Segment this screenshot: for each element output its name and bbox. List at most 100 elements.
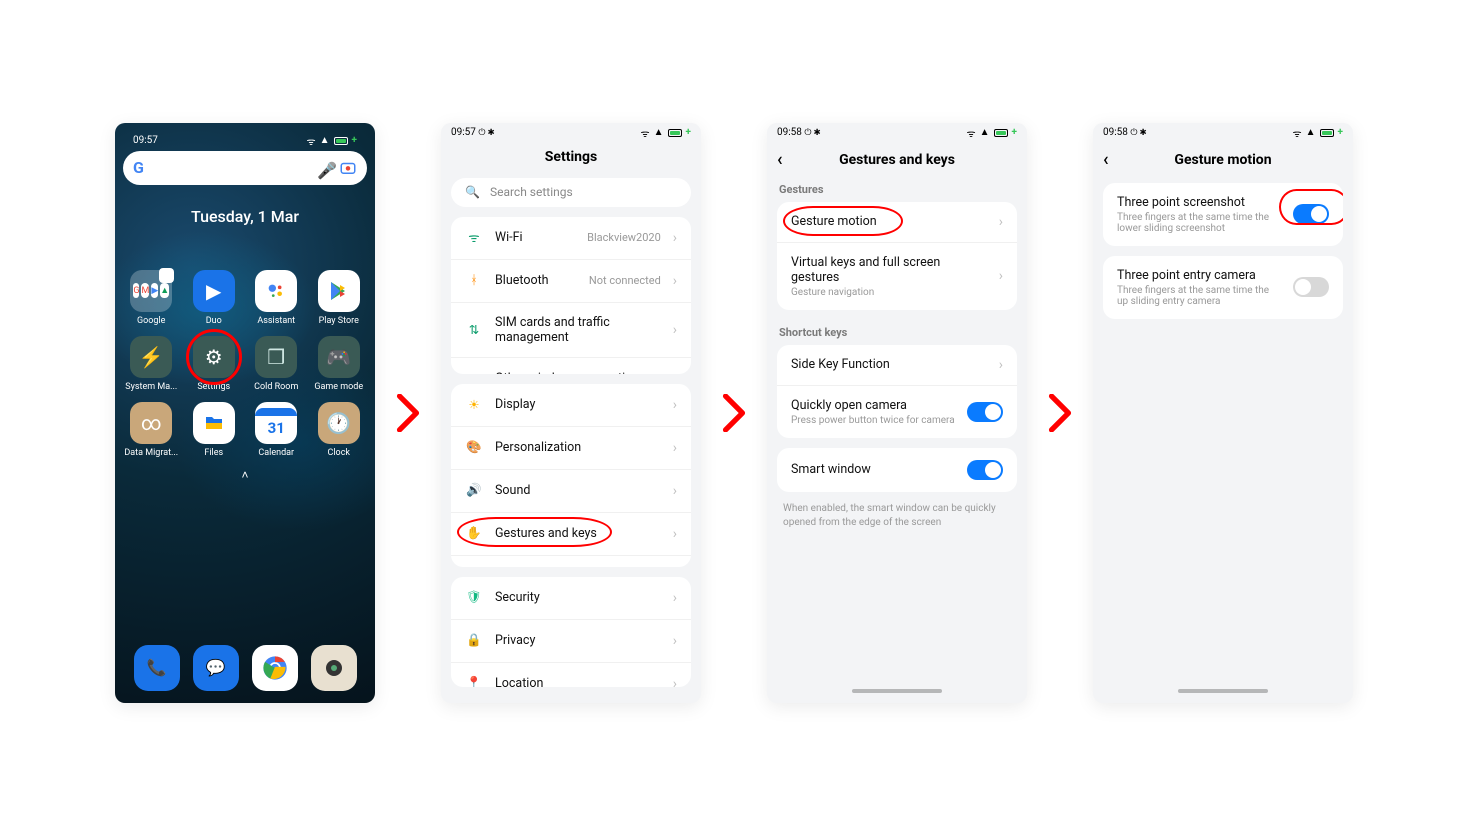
row-personalization[interactable]: 🎨 Personalization › bbox=[451, 427, 691, 470]
row-label: Virtual keys and full screen gestures bbox=[791, 255, 987, 285]
row-bluetooth[interactable]: ᚼ Bluetooth Not connected › bbox=[451, 260, 691, 303]
row-label: SIM cards and traffic management bbox=[495, 315, 661, 345]
app-play-store[interactable]: Play Store bbox=[311, 270, 368, 326]
row-three-point-screenshot[interactable]: Three point screenshot Three fingers at … bbox=[1103, 183, 1343, 246]
app-label: Cold Room bbox=[254, 382, 298, 392]
phone-gesture-motion: 09:58 ⏻ ✱ ᯤ▲+ ‹ Gesture motion Three poi… bbox=[1093, 123, 1353, 703]
row-subtitle: Press power button twice for camera bbox=[791, 415, 955, 426]
shield-icon: 🛡 bbox=[465, 589, 483, 607]
dock-camera[interactable] bbox=[311, 645, 357, 691]
toggle-three-point-screenshot[interactable] bbox=[1293, 204, 1329, 224]
row-gestures-keys[interactable]: ✋ Gestures and keys › bbox=[451, 513, 691, 556]
display-icon: ☀ bbox=[465, 396, 483, 414]
charging-icon: + bbox=[1012, 127, 1017, 138]
row-virtual-keys[interactable]: Virtual keys and full screen gestures Ge… bbox=[777, 243, 1017, 310]
status-bar: 09:58 ⏻ ✱ ᯤ▲+ bbox=[1093, 123, 1353, 143]
row-gesture-motion[interactable]: Gesture motion › bbox=[777, 202, 1017, 243]
row-label: Display bbox=[495, 397, 661, 412]
section-gestures: Gestures bbox=[779, 183, 1015, 196]
row-smart-window[interactable]: Smart window bbox=[777, 448, 1017, 492]
row-apps-notifications[interactable]: ▦ Apps and notifications › bbox=[451, 556, 691, 567]
toggle-quick-camera[interactable] bbox=[967, 402, 1003, 422]
row-location[interactable]: 📍 Location › bbox=[451, 663, 691, 687]
signal-icon: ▲ bbox=[320, 135, 330, 146]
wifi-icon: ᯤ bbox=[465, 229, 483, 247]
home-date: Tuesday, 1 Mar bbox=[123, 207, 367, 226]
notification-dot-icon bbox=[159, 268, 174, 283]
lens-icon[interactable] bbox=[339, 159, 357, 177]
app-data-migration[interactable]: ∞ Data Migrat... bbox=[123, 402, 180, 458]
app-settings[interactable]: ⚙ Settings bbox=[186, 336, 243, 392]
app-drawer-handle[interactable]: ˄ bbox=[123, 468, 367, 482]
row-wifi[interactable]: ᯤ Wi-Fi Blackview2020 › bbox=[451, 217, 691, 260]
toggle-smart-window[interactable] bbox=[967, 460, 1003, 480]
row-label: Security bbox=[495, 590, 661, 605]
bluetooth-icon: ᚼ bbox=[465, 272, 483, 290]
chevron-right-icon: › bbox=[673, 397, 677, 413]
app-label: Play Store bbox=[319, 316, 359, 326]
sound-icon: 🔊 bbox=[465, 482, 483, 500]
step-arrow-icon bbox=[393, 393, 423, 433]
app-label: Assistant bbox=[257, 316, 295, 326]
wifi-icon: ᯤ bbox=[967, 126, 976, 140]
page-title: Settings bbox=[545, 149, 597, 165]
row-quick-camera[interactable]: Quickly open camera Press power button t… bbox=[777, 386, 1017, 438]
dock-messages[interactable]: 💬 bbox=[193, 645, 239, 691]
mic-icon[interactable]: 🎤 bbox=[317, 161, 331, 175]
chevron-right-icon: › bbox=[999, 357, 1003, 373]
row-sim[interactable]: ⇅ SIM cards and traffic management › bbox=[451, 303, 691, 358]
chevron-right-icon: › bbox=[673, 633, 677, 649]
row-security[interactable]: 🛡 Security › bbox=[451, 577, 691, 620]
home-indicator[interactable] bbox=[852, 689, 942, 693]
gear-icon: ⚙ bbox=[205, 345, 223, 369]
chevron-right-icon: › bbox=[673, 230, 677, 246]
row-other-wireless[interactable]: ◌ Other wireless connection › bbox=[451, 358, 691, 374]
row-subtitle: Three fingers at the same time the up sl… bbox=[1117, 285, 1281, 307]
row-label: Three point entry camera bbox=[1117, 268, 1281, 283]
app-files[interactable]: Files bbox=[186, 402, 243, 458]
app-label: System Ma... bbox=[125, 382, 177, 392]
back-button[interactable]: ‹ bbox=[1103, 149, 1109, 170]
app-assistant[interactable]: Assistant bbox=[248, 270, 305, 326]
battery-icon bbox=[668, 129, 682, 137]
dock: 📞 💬 bbox=[123, 639, 367, 695]
wireless-icon: ◌ bbox=[465, 370, 483, 374]
row-sound[interactable]: 🔊 Sound › bbox=[451, 470, 691, 513]
app-clock[interactable]: 🕐 Clock bbox=[311, 402, 368, 458]
row-label: Side Key Function bbox=[791, 357, 987, 372]
chevron-right-icon: › bbox=[673, 526, 677, 542]
row-label: Bluetooth bbox=[495, 273, 577, 288]
chevron-right-icon: › bbox=[999, 268, 1003, 284]
row-label: Sound bbox=[495, 483, 661, 498]
row-three-point-camera[interactable]: Three point entry camera Three fingers a… bbox=[1103, 256, 1343, 319]
app-system-manager[interactable]: ⚡ System Ma... bbox=[123, 336, 180, 392]
row-privacy[interactable]: 🔒 Privacy › bbox=[451, 620, 691, 663]
wifi-icon: ᯤ bbox=[307, 134, 316, 148]
search-icon: 🔍 bbox=[465, 185, 480, 199]
charging-icon: + bbox=[1338, 127, 1343, 138]
signal-icon: ▲ bbox=[980, 127, 990, 138]
battery-icon bbox=[1320, 129, 1334, 137]
back-button[interactable]: ‹ bbox=[777, 149, 783, 170]
app-google-folder[interactable]: GM ▶▲ Google bbox=[123, 270, 180, 326]
chevron-right-icon: › bbox=[673, 322, 677, 338]
row-display[interactable]: ☀ Display › bbox=[451, 384, 691, 427]
home-indicator[interactable] bbox=[1178, 689, 1268, 693]
app-duo[interactable]: ▶ Duo bbox=[186, 270, 243, 326]
settings-search[interactable]: 🔍 Search settings bbox=[451, 178, 691, 207]
app-label: Calendar bbox=[258, 448, 294, 458]
dock-chrome[interactable] bbox=[252, 645, 298, 691]
app-game-mode[interactable]: 🎮 Game mode bbox=[311, 336, 368, 392]
app-calendar[interactable]: 31 Calendar bbox=[248, 402, 305, 458]
google-search-bar[interactable]: G 🎤 bbox=[123, 151, 367, 185]
app-cold-room[interactable]: ❒ Cold Room bbox=[248, 336, 305, 392]
app-label: Files bbox=[204, 448, 223, 458]
dock-phone[interactable]: 📞 bbox=[134, 645, 180, 691]
wifi-icon: ᯤ bbox=[1293, 126, 1302, 140]
phone-gestures-keys: 09:58 ⏻ ✱ ᯤ▲+ ‹ Gestures and keys Gestur… bbox=[767, 123, 1027, 703]
section-shortcut: Shortcut keys bbox=[779, 326, 1015, 339]
chevron-right-icon: › bbox=[999, 214, 1003, 230]
row-side-key[interactable]: Side Key Function › bbox=[777, 345, 1017, 386]
wifi-icon: ᯤ bbox=[641, 126, 650, 140]
toggle-three-point-camera[interactable] bbox=[1293, 277, 1329, 297]
